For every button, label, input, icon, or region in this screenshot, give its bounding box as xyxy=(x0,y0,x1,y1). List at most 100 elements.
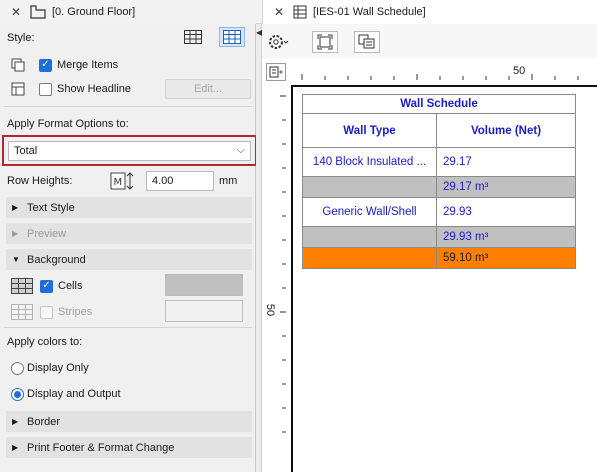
table-row[interactable]: 59.10 m³ xyxy=(302,247,576,269)
column-header-wall-type[interactable]: Wall Type xyxy=(302,113,437,148)
edit-button[interactable]: Edit... xyxy=(165,79,251,99)
zoom-icon xyxy=(358,34,375,49)
table-grid-icon xyxy=(184,30,202,44)
apply-colors-label: Apply colors to: xyxy=(7,336,83,348)
gear-icon xyxy=(269,35,289,49)
merge-icon xyxy=(11,58,25,72)
ruler-top-label: 50 xyxy=(513,65,526,77)
wall-schedule-table: Wall Schedule Wall Type Volume (Net) 140… xyxy=(302,94,576,269)
apply-format-row: Apply Format Options to: xyxy=(0,116,256,132)
row-heights-input[interactable]: 4.00 xyxy=(146,171,214,191)
schedule-title: Wall Schedule xyxy=(302,94,576,114)
text-style-section[interactable]: ▶ Text Style xyxy=(6,197,252,218)
show-headline-checkbox[interactable] xyxy=(39,82,52,96)
style-list-button[interactable] xyxy=(219,27,245,47)
close-icon[interactable]: ✕ xyxy=(271,5,287,19)
background-section[interactable]: ▼ Background xyxy=(6,249,252,270)
svg-text:M: M xyxy=(114,177,123,188)
fit-in-window-button[interactable] xyxy=(312,31,338,53)
cell-subtotal[interactable]: 29.17 m³ xyxy=(436,176,576,198)
table-row[interactable]: 140 Block Insulated ... 29.17 xyxy=(302,147,576,177)
table-row[interactable]: 29.17 m³ xyxy=(302,176,576,198)
stripes-label: Stripes xyxy=(58,306,93,318)
ruler-origin-button[interactable] xyxy=(266,63,286,81)
cell-wall-type[interactable]: 140 Block Insulated ... xyxy=(302,147,437,177)
print-footer-section[interactable]: ▶ Print Footer & Format Change xyxy=(6,437,252,458)
display-only-row[interactable]: Display Only xyxy=(0,358,256,378)
style-label: Style: xyxy=(7,32,35,44)
row-heights-label: Row Heights: xyxy=(7,175,73,187)
cells-checkbox[interactable]: ✓ xyxy=(40,279,53,293)
expand-arrow-icon: ▶ xyxy=(12,203,19,212)
collapse-arrow-icon: ▼ xyxy=(12,255,20,264)
chevron-down-icon: ⌵ xyxy=(236,144,245,156)
row-heights-unit: mm xyxy=(219,175,238,187)
stripes-color-swatch[interactable] xyxy=(165,300,243,322)
cells-color-swatch[interactable] xyxy=(165,274,243,296)
preview-label: Preview xyxy=(27,227,67,240)
border-section[interactable]: ▶ Border xyxy=(6,411,252,432)
column-header-volume[interactable]: Volume (Net) xyxy=(436,113,576,148)
apply-format-dropdown[interactable]: Total ⌵ xyxy=(8,141,251,161)
fit-window-icon xyxy=(317,34,333,50)
horizontal-ruler: 50 xyxy=(288,62,597,82)
expand-arrow-icon: ▶ xyxy=(12,417,19,426)
expand-arrow-icon: ▶ xyxy=(12,443,19,452)
cell-subtotal[interactable]: 29.93 m³ xyxy=(436,226,576,248)
schedule-view: 50 50 Wall Schedule Wall Type Volume (Ne… xyxy=(262,24,597,472)
text-style-label: Text Style xyxy=(27,201,75,214)
display-and-output-label: Display and Output xyxy=(27,388,121,400)
display-only-label: Display Only xyxy=(27,362,89,374)
display-only-radio[interactable] xyxy=(11,361,24,375)
tab-wall-schedule[interactable]: ✕ [IES-01 Wall Schedule] xyxy=(262,0,597,24)
zoom-options-button[interactable] xyxy=(354,31,380,53)
display-and-output-radio[interactable] xyxy=(11,387,24,401)
tab-label: [0. Ground Floor] xyxy=(52,6,136,18)
apply-format-highlight: Total ⌵ xyxy=(2,135,257,166)
close-icon[interactable]: ✕ xyxy=(8,5,24,19)
expand-arrow-icon: ▶ xyxy=(12,229,19,238)
stripes-grid-icon xyxy=(11,304,33,320)
tab-bar: ✕ [0. Ground Floor] ✕ [IES-01 Wall Sched… xyxy=(0,0,597,24)
cell-wall-type[interactable]: Generic Wall/Shell xyxy=(302,197,437,227)
settings-menu-button[interactable] xyxy=(267,31,297,53)
merge-items-label: Merge Items xyxy=(57,59,119,71)
cells-label: Cells xyxy=(58,280,83,292)
apply-format-label: Apply Format Options to: xyxy=(7,118,129,130)
cell-wall-type[interactable] xyxy=(302,226,437,248)
stripes-checkbox[interactable] xyxy=(40,305,53,319)
cell-volume[interactable]: 29.17 xyxy=(436,147,576,177)
display-and-output-row[interactable]: Display and Output xyxy=(0,384,256,404)
cell-volume[interactable]: 29.93 xyxy=(436,197,576,227)
merge-items-checkbox[interactable]: ✓ xyxy=(39,58,52,72)
preview-section[interactable]: ▶ Preview xyxy=(6,223,252,244)
ruler-ticks xyxy=(280,95,286,433)
apply-colors-row: Apply colors to: xyxy=(0,334,256,350)
tab-label: [IES-01 Wall Schedule] xyxy=(313,6,426,18)
row-height-icon: M xyxy=(110,172,134,190)
vertical-ruler: 50 xyxy=(262,86,288,472)
cell-wall-type[interactable] xyxy=(302,176,437,198)
merge-items-row: ✓ Merge Items xyxy=(0,55,256,75)
cell-total[interactable]: 59.10 m³ xyxy=(436,247,576,269)
cell-wall-type[interactable] xyxy=(302,247,437,269)
schedule-icon xyxy=(293,5,307,19)
ruler-settings-icon xyxy=(269,66,283,78)
format-options-panel: Style: ✓ Merge Items Show Headline Edit.… xyxy=(0,24,257,472)
view-toolbar xyxy=(262,24,597,58)
divider xyxy=(4,327,252,328)
cells-grid-icon xyxy=(11,278,33,294)
ruler-left-label: 50 xyxy=(264,303,277,317)
print-footer-label: Print Footer & Format Change xyxy=(27,441,175,454)
ruler-ticks xyxy=(301,74,579,80)
style-grid-button[interactable] xyxy=(180,27,206,47)
table-row[interactable]: Generic Wall/Shell 29.93 xyxy=(302,197,576,227)
table-list-icon xyxy=(223,30,241,44)
apply-format-value: Total xyxy=(14,145,38,157)
tab-ground-floor[interactable]: ✕ [0. Ground Floor] xyxy=(0,0,256,24)
style-row: Style: xyxy=(0,27,256,49)
headline-icon xyxy=(11,82,25,96)
background-label: Background xyxy=(27,253,86,266)
table-row[interactable]: 29.93 m³ xyxy=(302,226,576,248)
border-label: Border xyxy=(27,415,61,428)
